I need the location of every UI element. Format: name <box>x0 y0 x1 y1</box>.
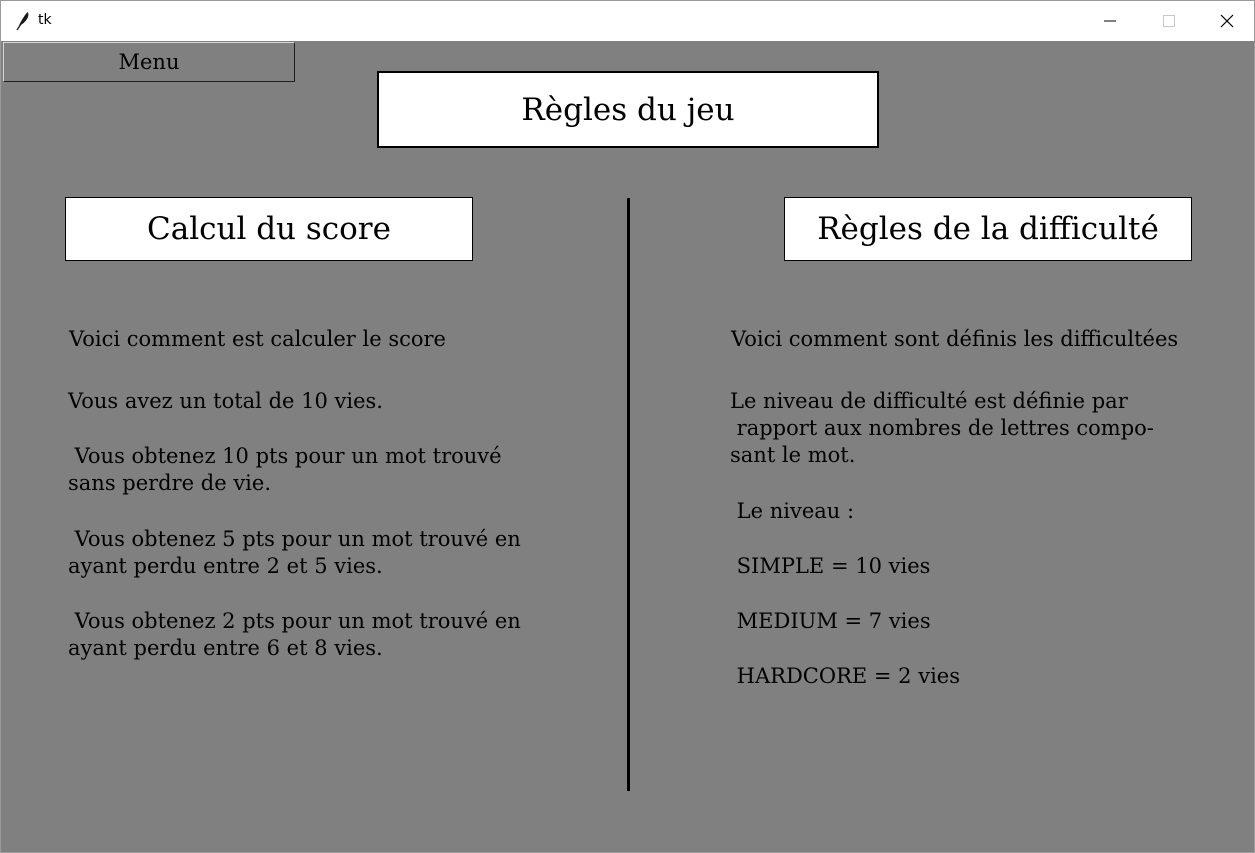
difficulty-section-heading: Règles de la difficulté <box>784 197 1192 261</box>
score-rule-5-points: Vous obtenez 5 pts pour un mot trouvé en… <box>68 527 521 578</box>
difficulty-medium: MEDIUM = 7 vies <box>730 609 931 633</box>
score-total-lives: Vous avez un total de 10 vies. <box>68 389 383 413</box>
client-area: Menu Règles du jeu Calcul du score Règle… <box>1 41 1254 852</box>
window-title: tk <box>38 12 52 28</box>
maximize-icon <box>1163 15 1175 27</box>
difficulty-simple: SIMPLE = 10 vies <box>730 554 931 578</box>
column-divider <box>627 198 630 791</box>
minimize-icon <box>1104 20 1116 22</box>
close-icon <box>1220 14 1234 28</box>
page-title: Règles du jeu <box>377 71 879 148</box>
difficulty-level-label: Le niveau : <box>730 499 855 523</box>
minimize-button[interactable] <box>1081 1 1139 41</box>
title-bar[interactable]: tk <box>1 1 1254 41</box>
score-intro: Voici comment est calculer le score <box>69 327 446 351</box>
maximize-button[interactable] <box>1140 1 1198 41</box>
score-rule-2-points: Vous obtenez 2 pts pour un mot trouvé en… <box>68 609 521 660</box>
feather-icon <box>15 11 31 31</box>
menu-button[interactable]: Menu <box>3 42 295 82</box>
score-section-heading: Calcul du score <box>65 197 473 261</box>
score-rule-10-points: Vous obtenez 10 pts pour un mot trouvé s… <box>68 444 502 495</box>
app-window: tk Menu Règles du jeu Calcul du score Rè… <box>0 0 1255 853</box>
difficulty-hardcore: HARDCORE = 2 vies <box>730 664 960 688</box>
difficulty-definition: Le niveau de difficulté est définie par … <box>730 389 1154 467</box>
difficulty-intro: Voici comment sont définis les difficult… <box>731 327 1179 351</box>
close-button[interactable] <box>1198 1 1254 41</box>
